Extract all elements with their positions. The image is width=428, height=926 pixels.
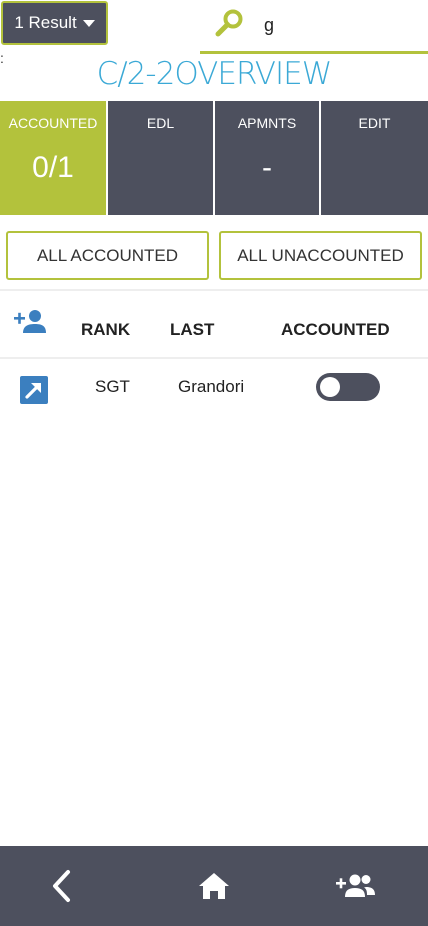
chevron-left-icon [53, 870, 70, 902]
add-group-button[interactable] [311, 846, 401, 926]
cell-rank: SGT [95, 377, 130, 396]
search-icon[interactable] [214, 8, 244, 38]
summary-tiles: ACCOUNTED 0/1 EDL APMNTS - EDIT [0, 101, 428, 215]
tile-label: EDIT [358, 115, 391, 131]
all-accounted-button[interactable]: ALL ACCOUNTED [6, 231, 209, 280]
tile-value: 0/1 [32, 151, 74, 184]
page-title: C/2-2OVERVIEW [96, 56, 333, 92]
divider [0, 357, 428, 359]
tile-apmnts[interactable]: APMNTS - [213, 101, 319, 215]
all-unaccounted-button[interactable]: ALL UNACCOUNTED [219, 231, 422, 280]
tile-label: APMNTS [237, 115, 297, 131]
column-header-last: LAST [170, 320, 215, 339]
tile-value: - [262, 151, 272, 184]
home-button[interactable] [169, 846, 259, 926]
tile-edl[interactable]: EDL [106, 101, 213, 215]
person-add-icon[interactable] [14, 308, 46, 334]
result-dropdown-label: 1 Result [14, 13, 77, 32]
tile-label: EDL [146, 115, 175, 131]
toggle-knob [320, 377, 340, 397]
caret-down-icon [82, 20, 95, 27]
open-in-new-icon[interactable] [20, 376, 48, 404]
search-bar [200, 0, 428, 54]
bottom-nav-bar [0, 846, 428, 926]
accounted-toggle[interactable] [316, 373, 380, 401]
tile-accounted[interactable]: ACCOUNTED 0/1 [0, 101, 106, 215]
tile-label: ACCOUNTED [8, 115, 98, 131]
tile-edit[interactable]: EDIT [319, 101, 428, 215]
group-add-icon [336, 874, 375, 897]
divider [0, 289, 428, 291]
search-input[interactable] [264, 10, 414, 40]
back-button[interactable] [17, 846, 107, 926]
column-header-rank: RANK [81, 320, 131, 339]
result-dropdown-button[interactable]: 1 Result [1, 1, 108, 45]
column-header-accounted: ACCOUNTED [281, 320, 390, 339]
home-icon [199, 873, 229, 899]
cell-last: Grandori [178, 377, 245, 396]
